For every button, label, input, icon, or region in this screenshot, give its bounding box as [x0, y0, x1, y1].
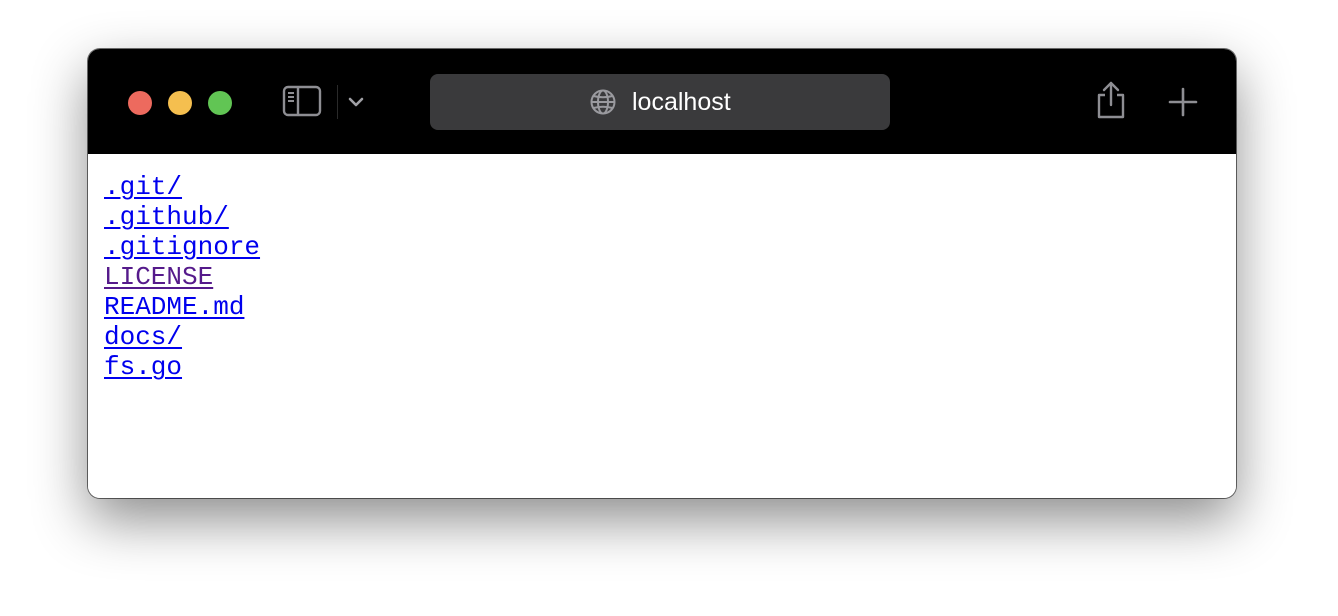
address-text: localhost — [632, 88, 731, 116]
sidebar-icon — [282, 85, 322, 117]
close-window-button[interactable] — [128, 91, 152, 115]
file-link[interactable]: README.md — [104, 292, 260, 322]
file-link[interactable]: .github/ — [104, 202, 260, 232]
address-bar[interactable]: localhost — [430, 74, 890, 130]
sidebar-toggle-button[interactable] — [282, 85, 322, 117]
toolbar-divider — [337, 85, 338, 119]
globe-icon — [590, 89, 616, 115]
zoom-window-button[interactable] — [208, 91, 232, 115]
file-link[interactable]: LICENSE — [104, 262, 260, 292]
file-link[interactable]: .git/ — [104, 172, 260, 202]
file-link[interactable]: docs/ — [104, 322, 260, 352]
share-icon — [1097, 81, 1125, 119]
page-content: .git/ .github/ .gitignore LICENSE README… — [88, 154, 1236, 498]
new-tab-button[interactable] — [1168, 87, 1198, 117]
tab-group-menu-button[interactable] — [346, 93, 366, 111]
plus-icon — [1168, 87, 1198, 117]
share-button[interactable] — [1093, 79, 1129, 121]
minimize-window-button[interactable] — [168, 91, 192, 115]
file-link[interactable]: .gitignore — [104, 232, 260, 262]
directory-listing: .git/ .github/ .gitignore LICENSE README… — [104, 172, 260, 382]
file-link[interactable]: fs.go — [104, 352, 260, 382]
chevron-down-icon — [348, 97, 364, 107]
toolbar: localhost — [88, 49, 1236, 154]
browser-window: localhost .git/ .github/ .gitignore LICE… — [88, 49, 1236, 498]
